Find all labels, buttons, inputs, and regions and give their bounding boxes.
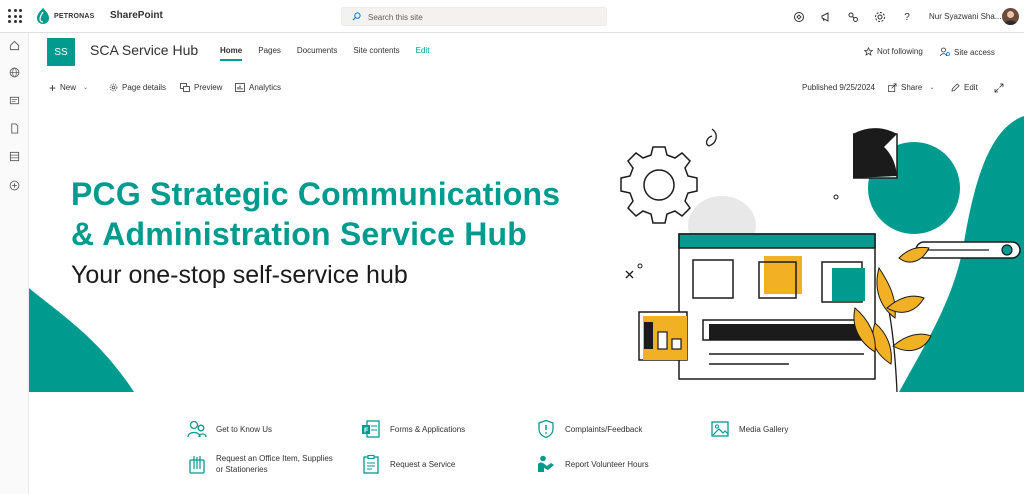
left-rail — [0, 33, 29, 494]
megaphone-icon[interactable] — [817, 8, 835, 26]
list-icon[interactable] — [8, 150, 21, 163]
hero-title: PCG Strategic Communications & Administr… — [71, 174, 611, 254]
stationery-icon — [186, 453, 208, 475]
app-launcher-icon[interactable] — [8, 9, 22, 23]
nav-pages[interactable]: Pages — [258, 46, 281, 61]
quick-link-label: Request a Service — [390, 459, 456, 469]
brand-name: PETRONAS — [54, 12, 95, 20]
site-access-label: Site access — [954, 47, 995, 57]
published-status: Published 9/25/2024 — [802, 83, 875, 92]
nav-home[interactable]: Home — [220, 46, 243, 61]
nav-edit[interactable]: Edit — [416, 46, 430, 61]
follow-button[interactable]: Not following — [864, 47, 923, 56]
analytics-icon — [235, 83, 245, 92]
analytics-button[interactable]: Analytics — [235, 83, 281, 92]
document-icon[interactable] — [8, 122, 21, 135]
petronas-logo[interactable]: PETRONAS — [36, 7, 95, 25]
quick-link-request-service[interactable]: Request a Service — [360, 453, 455, 475]
new-button[interactable]: + New ⌄ — [49, 80, 89, 95]
share-apps-icon[interactable] — [844, 8, 862, 26]
preview-label: Preview — [194, 83, 223, 92]
people-icon — [186, 418, 208, 440]
site-navigation: Home Pages Documents Site contents Edit — [220, 46, 429, 61]
quick-link-request-office-item[interactable]: Request an Office Item, Supplies or Stat… — [186, 453, 340, 475]
share-icon — [888, 83, 897, 92]
globe-icon[interactable] — [8, 66, 21, 79]
search-icon — [352, 12, 361, 21]
gear-illustration — [620, 146, 698, 224]
quick-link-complaints-feedback[interactable]: Complaints/Feedback — [535, 418, 642, 440]
edit-label: Edit — [964, 83, 978, 92]
quick-link-label: Report Volunteer Hours — [565, 459, 649, 469]
quick-link-get-to-know-us[interactable]: Get to Know Us — [186, 418, 272, 440]
quick-link-label: Request an Office Item, Supplies or Stat… — [216, 454, 333, 474]
site-access-button[interactable]: Site access — [940, 47, 995, 57]
user-name[interactable]: Nur Syazwani Sha... — [929, 12, 1001, 21]
pencil-icon — [951, 83, 960, 92]
volunteer-icon — [535, 453, 557, 475]
new-label: New — [60, 83, 77, 92]
preview-button[interactable]: Preview — [180, 83, 222, 92]
petronas-emblem-icon — [37, 8, 49, 24]
suite-bar: PETRONAS SharePoint ? Nur Syazwani Sha..… — [0, 0, 1024, 33]
news-icon[interactable] — [8, 94, 21, 107]
quick-link-label: Forms & Applications — [390, 424, 466, 434]
plus-icon: + — [49, 80, 57, 95]
copilot-icon[interactable] — [790, 8, 808, 26]
nav-site-contents[interactable]: Site contents — [353, 46, 399, 61]
search-input[interactable] — [368, 10, 598, 24]
preview-icon — [180, 83, 190, 92]
hero-title-line1: PCG Strategic Communications — [71, 176, 561, 212]
expand-button[interactable] — [994, 83, 1004, 93]
star-icon — [864, 47, 873, 56]
follow-label: Not following — [877, 47, 923, 56]
chevron-down-icon: ⌄ — [83, 85, 89, 91]
expand-icon — [994, 83, 1004, 93]
quick-links: Get to Know Us F Forms & Applications Co… — [29, 393, 1024, 494]
create-icon[interactable] — [8, 179, 21, 192]
share-button[interactable]: Share ⌄ — [888, 83, 934, 92]
help-icon[interactable]: ? — [898, 8, 916, 26]
site-header: SS SCA Service Hub Home Pages Documents … — [29, 33, 1024, 75]
quick-link-label: Media Gallery — [739, 424, 789, 434]
edit-button[interactable]: Edit — [951, 83, 978, 92]
page-details-label: Page details — [122, 83, 167, 92]
shield-alert-icon — [535, 418, 557, 440]
people-settings-icon — [940, 47, 950, 57]
command-bar: + New ⌄ Page details Preview Analytics P… — [29, 79, 1024, 99]
site-title[interactable]: SCA Service Hub — [90, 42, 198, 58]
site-logo[interactable]: SS — [47, 38, 75, 66]
quick-link-label: Complaints/Feedback — [565, 424, 643, 434]
forms-icon: F — [360, 418, 382, 440]
app-name[interactable]: SharePoint — [110, 10, 163, 21]
home-icon[interactable] — [8, 39, 21, 52]
page-details-button[interactable]: Page details — [109, 83, 166, 92]
quick-link-media-gallery[interactable]: Media Gallery — [709, 418, 788, 440]
chevron-down-icon: ⌄ — [929, 85, 935, 91]
svg-text:F: F — [364, 428, 369, 435]
hero-banner: PCG Strategic Communications & Administr… — [29, 108, 1024, 392]
hero-subtitle: Your one-stop self-service hub — [71, 261, 408, 289]
nav-documents[interactable]: Documents — [297, 46, 337, 61]
gear-icon[interactable] — [871, 8, 889, 26]
published-label: Published 9/25/2024 — [802, 83, 875, 92]
avatar[interactable] — [1002, 8, 1019, 25]
analytics-label: Analytics — [249, 83, 282, 92]
gear-icon — [109, 83, 118, 92]
search-box[interactable] — [341, 7, 607, 26]
quick-link-label: Get to Know Us — [216, 424, 273, 434]
quick-link-forms-applications[interactable]: F Forms & Applications — [360, 418, 465, 440]
clipboard-icon — [360, 453, 382, 475]
quick-link-report-volunteer-hours[interactable]: Report Volunteer Hours — [535, 453, 649, 475]
hero-title-line2: & Administration Service Hub — [71, 216, 528, 252]
image-icon — [709, 418, 731, 440]
share-label: Share — [901, 83, 923, 92]
